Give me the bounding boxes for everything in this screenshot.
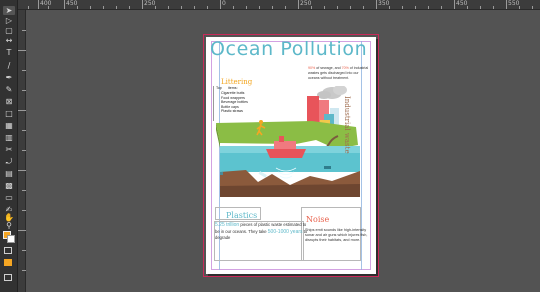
formatting-affects-container-icon[interactable] xyxy=(4,259,12,266)
table-tool-icon[interactable]: ▦ xyxy=(3,121,15,130)
free-transform-tool-icon[interactable]: ⤾ xyxy=(3,157,15,166)
industrial-stat-text[interactable]: 90% of sewage, and 70% of industrial was… xyxy=(308,66,370,80)
ruler-label: 550 xyxy=(508,0,520,7)
gap-tool-icon[interactable]: ↔ xyxy=(3,36,15,45)
littering-list[interactable]: Top items: Cigarette butts Food wrappers… xyxy=(213,86,255,121)
gradient-swatch-tool-icon[interactable]: ▤ xyxy=(3,169,15,178)
plastics-they-take: They take xyxy=(247,228,268,234)
apply-color-icon[interactable] xyxy=(4,247,12,254)
ruler-label: 400 xyxy=(40,0,52,7)
zoom-tool-icon[interactable]: ⚲ xyxy=(3,221,15,230)
plastics-years: 500-1000 years xyxy=(267,228,303,235)
ruler-label: 0 xyxy=(222,0,226,7)
stat-mid: of sewage, and xyxy=(315,66,342,70)
pen-tool-icon[interactable]: ✒ xyxy=(3,73,15,82)
ruler-label: 250 xyxy=(300,0,312,7)
ruler-label: 250 xyxy=(144,0,156,7)
rectangle-tool-icon[interactable]: □ xyxy=(3,109,15,118)
top-label: Top xyxy=(216,86,222,90)
rectangle-frame-tool-icon[interactable]: ⊠ xyxy=(3,97,15,106)
gradient-feather-tool-icon[interactable]: ▩ xyxy=(3,181,15,190)
page-tool-icon[interactable]: ▢ xyxy=(3,26,15,35)
plastics-body-text[interactable]: 5.25 trillion pieces of plastic waste es… xyxy=(215,222,308,241)
page-title[interactable]: Ocean Pollution xyxy=(210,38,373,60)
noise-heading[interactable]: Noise xyxy=(306,215,329,224)
noise-body-text[interactable]: Ships emit sounds like high-intensity so… xyxy=(305,228,373,243)
list-item: Plastic straws xyxy=(221,109,243,114)
littering-heading[interactable]: Littering xyxy=(221,78,252,86)
items-label: items: xyxy=(228,86,238,90)
table-alt-tool-icon[interactable]: ▥ xyxy=(3,133,15,142)
vertical-ruler[interactable] xyxy=(18,10,26,292)
ruler-label: 450 xyxy=(456,0,468,7)
industrial-heading[interactable]: Industrial waste xyxy=(343,96,351,154)
pencil-tool-icon[interactable]: ✎ xyxy=(3,85,15,94)
indesign-window: ➤ ▷ ▢ ↔ T ∕ ✒ ✎ ⊠ □ ▦ ▥ ✂ ⤾ ▤ ▩ ▭ ✍ ✋ ⚲ … xyxy=(0,0,540,292)
ruler-label: 350 xyxy=(378,0,390,7)
normal-view-icon[interactable] xyxy=(4,274,12,281)
type-tool-icon[interactable]: T xyxy=(3,48,15,57)
tools-panel: ➤ ▷ ▢ ↔ T ∕ ✒ ✎ ⊠ □ ▦ ▥ ✂ ⤾ ▤ ▩ ▭ ✍ ✋ ⚲ xyxy=(0,0,18,292)
line-tool-icon[interactable]: ∕ xyxy=(3,61,15,70)
plastics-amount: 5.25 trillion xyxy=(215,222,240,228)
note-tool-icon[interactable]: ▭ xyxy=(3,193,15,202)
stat-industrial: 70% xyxy=(341,66,349,70)
list-item: Cigarette butts xyxy=(221,91,245,95)
littering-items: Cigarette butts Food wrappers Beverage b… xyxy=(221,91,248,114)
plastics-heading[interactable]: Plastics xyxy=(226,211,257,220)
stroke-swatch[interactable] xyxy=(7,235,15,243)
scissors-tool-icon[interactable]: ✂ xyxy=(3,145,15,154)
horizontal-ruler[interactable]: 400 450 250 0 250 350 450 550 xyxy=(18,0,540,10)
selection-tool-icon[interactable]: ➤ xyxy=(3,6,15,15)
direct-selection-tool-icon[interactable]: ▷ xyxy=(3,16,15,25)
ruler-label: 450 xyxy=(66,0,78,7)
